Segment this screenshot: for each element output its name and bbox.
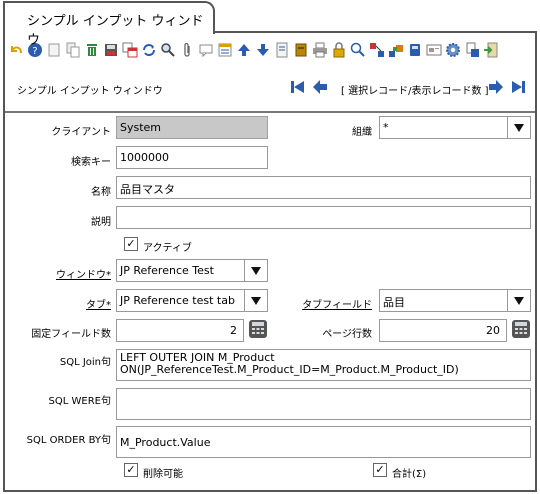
print-icon[interactable] bbox=[311, 41, 329, 59]
sql-join-field[interactable]: LEFT OUTER JOIN M_Product ON(JP_Referenc… bbox=[116, 349, 531, 381]
chevron-down-icon[interactable] bbox=[244, 260, 267, 281]
window-icon[interactable] bbox=[425, 41, 443, 59]
delete-icon[interactable] bbox=[83, 41, 101, 59]
fixed-fields-label: 固定フィールド数 bbox=[31, 329, 111, 340]
workflow-icon[interactable] bbox=[387, 41, 405, 59]
tab-field-label[interactable]: タブフィールド bbox=[302, 296, 372, 311]
client-label: クライアント bbox=[51, 127, 111, 138]
window-value: JP Reference Test bbox=[120, 264, 214, 277]
name-field[interactable]: 品目マスタ bbox=[116, 176, 531, 199]
refresh-icon[interactable] bbox=[140, 41, 158, 59]
save-icon[interactable] bbox=[102, 41, 120, 59]
tab-label[interactable]: タブ* bbox=[86, 296, 111, 311]
window-frame: ? シンプル インプット ウィンドウ [ 選択レコード/表示レコード数 ] クラ… bbox=[3, 31, 537, 492]
page-rows-field[interactable]: 20 bbox=[379, 319, 507, 342]
window-select[interactable]: JP Reference Test bbox=[116, 259, 268, 282]
org-value: * bbox=[383, 121, 389, 134]
related-info-icon[interactable] bbox=[368, 41, 386, 59]
client-field[interactable]: System bbox=[116, 116, 268, 139]
last-record-button[interactable] bbox=[509, 78, 527, 98]
calculator-icon[interactable] bbox=[511, 319, 531, 339]
page-rows-label: ページ行数 bbox=[322, 329, 372, 340]
active-checkbox[interactable]: ✓ bbox=[124, 237, 138, 251]
lock-icon[interactable] bbox=[330, 41, 348, 59]
summary-checkbox[interactable]: ✓ bbox=[373, 463, 387, 477]
sql-order-by-field[interactable]: M_Product.Value bbox=[116, 426, 531, 458]
history-icon[interactable] bbox=[216, 41, 234, 59]
sql-join-line-2: ON(JP_ReferenceTest.M_Product_ID=M_Produ… bbox=[120, 363, 459, 376]
window-label[interactable]: ウィンドウ* bbox=[56, 266, 111, 281]
deletable-checkbox[interactable]: ✓ bbox=[124, 463, 138, 477]
export-icon[interactable] bbox=[463, 41, 481, 59]
summary-label: 合計(Σ) bbox=[392, 469, 427, 480]
first-record-button[interactable] bbox=[289, 78, 307, 98]
new-record-icon[interactable] bbox=[45, 41, 63, 59]
next-record-button[interactable] bbox=[487, 78, 505, 98]
archive-icon[interactable] bbox=[292, 41, 310, 59]
window-tab[interactable]: シンプル インプット ウィンドウ bbox=[3, 1, 215, 48]
chevron-down-icon[interactable] bbox=[507, 290, 530, 311]
calculator-icon[interactable] bbox=[248, 319, 268, 339]
deletable-label: 削除可能 bbox=[143, 469, 183, 480]
header-separator bbox=[5, 111, 535, 113]
active-label: アクティブ bbox=[143, 243, 192, 254]
sql-where-label: SQL WERE句 bbox=[48, 396, 111, 407]
description-field[interactable] bbox=[116, 206, 531, 229]
grid-toggle-icon[interactable] bbox=[121, 41, 139, 59]
product-info-icon[interactable] bbox=[406, 41, 424, 59]
find-icon[interactable] bbox=[159, 41, 177, 59]
tab-field-select[interactable]: 品目 bbox=[379, 289, 531, 312]
window-name: シンプル インプット ウィンドウ bbox=[17, 86, 163, 97]
sql-join-label: SQL Join句 bbox=[59, 357, 111, 368]
chevron-down-icon[interactable] bbox=[507, 117, 530, 138]
sql-where-field[interactable] bbox=[116, 388, 531, 420]
settings-icon[interactable] bbox=[444, 41, 462, 59]
previous-record-button[interactable] bbox=[311, 78, 329, 98]
description-label: 説明 bbox=[91, 217, 111, 228]
toolbar: ? bbox=[5, 41, 535, 61]
tab-select[interactable]: JP Reference test tab bbox=[116, 289, 268, 312]
chat-icon[interactable] bbox=[197, 41, 215, 59]
sql-order-by-label: SQL ORDER BY句 bbox=[26, 435, 111, 446]
org-select[interactable]: * bbox=[379, 116, 531, 139]
zoom-across-icon[interactable] bbox=[349, 41, 367, 59]
parent-record-icon[interactable] bbox=[235, 41, 253, 59]
undo-icon[interactable] bbox=[7, 41, 25, 59]
record-status[interactable]: [ 選択レコード/表示レコード数 ] bbox=[341, 82, 489, 97]
search-key-field[interactable]: 1000000 bbox=[116, 146, 268, 169]
fixed-fields-field[interactable]: 2 bbox=[116, 319, 244, 342]
exit-icon[interactable] bbox=[482, 41, 500, 59]
chevron-down-icon[interactable] bbox=[244, 290, 267, 311]
report-icon[interactable] bbox=[273, 41, 291, 59]
search-key-label: 検索キー bbox=[71, 157, 111, 168]
tab-value: JP Reference test tab bbox=[120, 294, 235, 307]
detail-record-icon[interactable] bbox=[254, 41, 272, 59]
copy-record-icon[interactable] bbox=[64, 41, 82, 59]
org-label: 組織 bbox=[352, 127, 372, 138]
tab-field-value: 品目 bbox=[383, 296, 405, 309]
name-label: 名称 bbox=[91, 187, 111, 198]
attachment-icon[interactable] bbox=[178, 41, 196, 59]
